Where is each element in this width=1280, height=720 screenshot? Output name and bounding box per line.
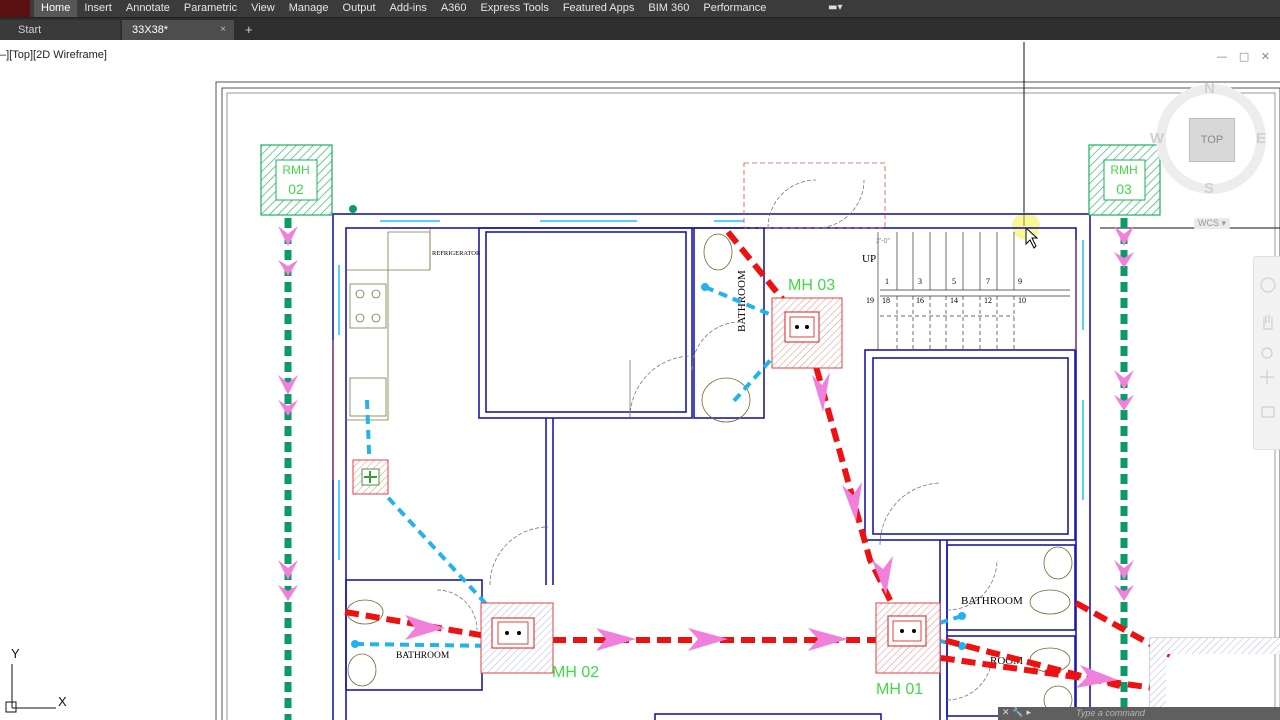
stair [877,232,1070,350]
rmh-02-box: RMH 02 [260,144,333,216]
tab-insert[interactable]: Insert [77,0,119,17]
navigation-bar[interactable] [1253,256,1280,450]
stair-number: 3 [918,277,922,286]
compass-west-label[interactable]: W [1150,130,1164,147]
ucs-icon: Y X [4,646,74,716]
wcs-menu[interactable]: WCS ▾ [1194,218,1231,229]
compass-north-label[interactable]: N [1204,80,1215,97]
pan-icon[interactable] [1263,315,1273,330]
tab-express-tools[interactable]: Express Tools [474,0,556,17]
drawing-tab[interactable]: 33X38* × [122,20,234,40]
navigation-bar-tools [1260,277,1276,418]
new-tab-button[interactable]: + [240,20,260,40]
tab-bim-360[interactable]: BIM 360 [641,0,696,17]
storm-drain-left [278,218,298,720]
rmh-03-label-line2: 03 [1116,181,1132,197]
tab-parametric[interactable]: Parametric [177,0,244,17]
stair-dimension: 2'-0" [876,238,890,245]
manhole-mh03: MH 03 [771,277,843,369]
drawing-canvas[interactable]: REFRIGERATOR UP 2'-0" 1 3 5 7 9 19 18 16… [0,40,1280,720]
mh03-label: MH 03 [788,277,835,294]
file-tab-bar: Start 33X38* × + [0,18,1280,40]
viewcube[interactable]: N S E W TOP WCS ▾ [1150,80,1266,230]
tab-view[interactable]: View [244,0,282,17]
refrigerator-label: REFRIGERATOR [432,250,481,257]
stair-number: 9 [1018,277,1022,286]
showmotion-icon[interactable] [1261,406,1275,418]
stair-number: 1 [885,277,889,286]
stair-number: 19 [866,296,874,305]
stair-number: 10 [1018,296,1026,305]
tab-a360[interactable]: A360 [434,0,474,17]
ribbon-tabs: Home Insert Annotate Parametric View Man… [34,0,773,17]
windows [338,220,1084,560]
ribbon-bar: Home Insert Annotate Parametric View Man… [0,0,1280,18]
inspection-chamber [352,459,389,495]
partition-lines [332,162,1077,480]
viewport-window-controls[interactable]: — □ ✕ [1216,50,1274,63]
stair-up-label: UP [862,253,876,265]
water-lines [354,285,963,648]
compass-east-label[interactable]: E [1256,130,1266,147]
tab-manage[interactable]: Manage [282,0,336,17]
zoom-icon[interactable] [1261,347,1273,359]
rmh-02-label-line1: RMH [282,163,309,177]
rmh-03-label-line1: RMH [1110,163,1137,177]
manhole-mh01: MH 01 [875,602,941,698]
ribbon-display-toggle-icon[interactable]: ▬▾ [828,2,842,13]
storm-drain-right [1114,218,1134,720]
tab-home[interactable]: Home [34,0,78,17]
ucs-y-label: Y [11,646,20,661]
tab-performance[interactable]: Performance [696,0,773,17]
command-line-buttons[interactable]: ✕ 🔧 ▸ [1002,707,1031,720]
sewer-lines [344,230,1172,693]
rmh-02-label-line2: 02 [288,181,304,197]
kitchen-counter [347,231,431,421]
compass-south-label[interactable]: S [1204,180,1214,197]
start-tab[interactable]: Start [0,20,120,40]
drawing-tab-label: 33X38* [132,24,169,36]
tab-featured-apps[interactable]: Featured Apps [556,0,642,17]
tab-annotate[interactable]: Annotate [119,0,177,17]
stair-number: 14 [950,296,958,305]
close-tab-icon[interactable]: × [220,20,226,40]
tab-add-ins[interactable]: Add-ins [383,0,434,17]
mh02-label: MH 02 [552,664,599,681]
command-input-placeholder[interactable]: Type a command [1076,707,1145,720]
bathroom-left-label: BATHROOM [396,651,450,661]
stair-number: 18 [882,296,890,305]
tab-output[interactable]: Output [336,0,383,17]
stair-number: 12 [984,296,992,305]
viewport-controls-label[interactable]: –][Top][2D Wireframe] [0,49,107,61]
stair-number: 5 [952,277,956,286]
viewcube-top-face[interactable]: TOP [1189,118,1235,162]
rainwater-outlet-icon [349,205,357,213]
stair-number: 7 [986,277,990,286]
command-line[interactable]: ✕ 🔧 ▸ Type a command [998,707,1280,720]
application-menu-button[interactable] [0,0,30,17]
ucs-x-label: X [58,694,67,709]
mh01-label: MH 01 [876,681,923,698]
stair-top-numbers: 1 3 5 7 9 [885,277,1022,286]
steering-wheel-icon[interactable] [1260,277,1276,293]
orbit-icon[interactable] [1260,370,1274,384]
bathroom-right-label: BATHROOM [961,595,1023,607]
stair-number: 16 [916,296,924,305]
